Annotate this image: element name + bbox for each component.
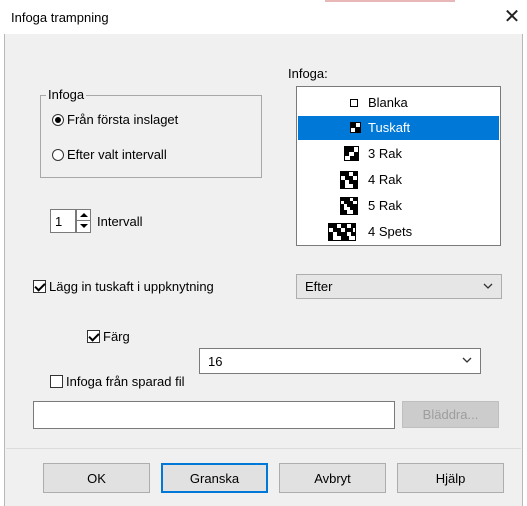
tieup-checkbox-label: Lägg in tuskaft i uppknytning (49, 279, 214, 294)
list-item-label: Blanka (368, 95, 408, 110)
chevron-down-icon (462, 355, 472, 365)
4-straight-pattern-icon (340, 171, 358, 189)
list-item-label: Tuskaft (368, 120, 411, 135)
interval-input[interactable]: 1 (50, 209, 76, 233)
chevron-down-icon (483, 281, 493, 291)
interval-spinner[interactable] (76, 209, 91, 233)
tieup-checkbox[interactable] (33, 280, 46, 293)
insert-groupbox (40, 95, 262, 178)
cancel-button[interactable]: Avbryt (279, 463, 386, 493)
blank-pattern-icon (350, 99, 358, 107)
list-item-4-rak[interactable]: 4 Rak (298, 168, 499, 192)
from-file-checkbox-label: Infoga från sparad fil (66, 374, 185, 389)
radio-after-interval[interactable]: Efter valt intervall (52, 147, 167, 162)
spin-down-button[interactable] (77, 221, 90, 232)
browse-button[interactable]: Bläddra... (402, 401, 499, 428)
close-icon[interactable]: ✕ (500, 5, 524, 29)
tabby-pattern-icon (350, 122, 361, 133)
select-value: 16 (208, 353, 223, 369)
pattern-listbox[interactable]: Blanka Tuskaft 3 Rak 4 Rak 5 Rak 4 Spets (296, 86, 501, 246)
radio-from-first-pick[interactable]: Från första inslaget (52, 112, 178, 127)
color-checkbox-label: Färg (103, 329, 130, 344)
title-accent (325, 0, 455, 2)
list-item-blanka[interactable]: Blanka (298, 91, 499, 115)
radio-label: Från första inslaget (67, 112, 179, 127)
color-checkbox-row[interactable]: Färg (87, 329, 130, 344)
radio-button[interactable] (52, 113, 64, 126)
arrow-down-icon (80, 224, 88, 228)
list-item-3-rak[interactable]: 3 Rak (298, 142, 499, 166)
preview-button[interactable]: Granska (161, 463, 268, 493)
radio-label: Efter valt intervall (67, 147, 167, 162)
list-item-label: 5 Rak (368, 198, 402, 213)
list-item-5-rak[interactable]: 5 Rak (298, 194, 499, 218)
ok-button[interactable]: OK (43, 463, 150, 493)
5-straight-pattern-icon (340, 197, 358, 215)
list-item-label: 4 Rak (368, 172, 402, 187)
list-item-tuskaft[interactable]: Tuskaft (298, 116, 499, 140)
help-button[interactable]: Hjälp (397, 463, 504, 493)
list-item-4-spets[interactable]: 4 Spets (298, 220, 499, 244)
radio-button[interactable] (52, 148, 64, 161)
spin-up-button[interactable] (77, 210, 90, 221)
arrow-up-icon (80, 213, 88, 217)
file-path-input[interactable] (33, 401, 395, 429)
button-separator (6, 448, 521, 449)
color-checkbox[interactable] (87, 330, 100, 343)
list-item-label: 3 Rak (368, 146, 402, 161)
from-file-checkbox[interactable] (50, 375, 63, 388)
list-item-label: 4 Spets (368, 224, 413, 239)
4-point-pattern-icon (328, 223, 356, 241)
3-straight-pattern-icon (344, 146, 359, 161)
from-file-checkbox-row[interactable]: Infoga från sparad fil (50, 374, 185, 389)
insert-list-label: Infoga: (288, 66, 328, 81)
insert-group-legend: Infoga (46, 87, 87, 102)
tieup-position-select[interactable]: Efter (296, 274, 502, 299)
select-value: Efter (305, 279, 333, 294)
tieup-checkbox-row[interactable]: Lägg in tuskaft i uppknytning (33, 279, 214, 294)
interval-label: Intervall (97, 214, 143, 229)
window-title: Infoga trampning (11, 10, 109, 25)
color-select[interactable]: 16 (199, 348, 481, 374)
